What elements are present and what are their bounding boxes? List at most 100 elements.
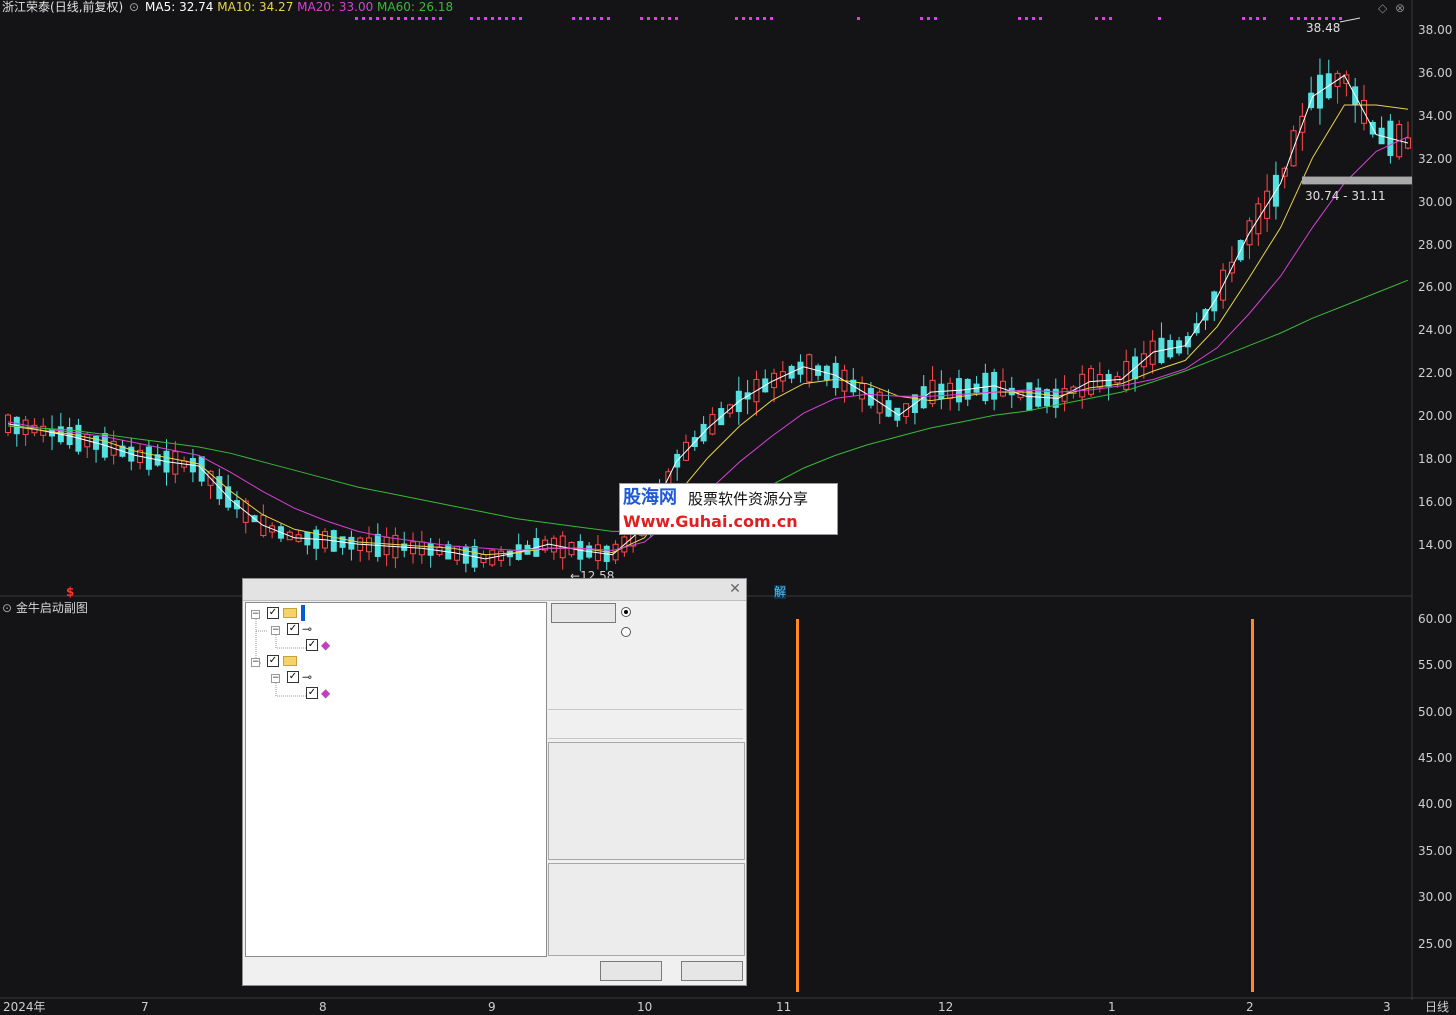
signal-dot xyxy=(586,17,589,20)
tree-node-tech-formula[interactable] xyxy=(301,605,305,621)
price-tick: 30.00 xyxy=(1418,195,1453,209)
price-tick: 36.00 xyxy=(1418,66,1453,80)
signal-dot xyxy=(1032,17,1035,20)
checkbox[interactable]: ✓ xyxy=(306,639,318,651)
signal-dot xyxy=(425,17,428,20)
temp-import-dialog[interactable]: ✕ − ✓ − ✓ ⊸ ✓ ◆ − ✓ − ✓ ⊸ ✓ ◆ xyxy=(242,578,747,986)
close-chart-icon[interactable]: ⊗ xyxy=(1395,1,1405,15)
formula-tree[interactable]: − ✓ − ✓ ⊸ ✓ ◆ − ✓ − ✓ ⊸ ✓ ◆ xyxy=(245,602,547,957)
signal-dot xyxy=(498,17,501,20)
folder-icon xyxy=(283,656,297,666)
checkbox[interactable]: ✓ xyxy=(287,671,299,683)
signal-dot xyxy=(1095,17,1098,20)
sub-tick: 60.00 xyxy=(1418,612,1453,626)
signal-dot xyxy=(675,17,678,20)
chart-workspace: 浙江荣泰(日线,前复权) ⊙ MA5: 32.74 MA10: 34.27 MA… xyxy=(0,0,1456,1015)
price-tick: 38.00 xyxy=(1418,23,1453,37)
signal-dot xyxy=(749,17,752,20)
signal-dot xyxy=(1297,17,1300,20)
formula-diamond-icon: ◆ xyxy=(321,638,331,652)
formula-description-panel xyxy=(548,742,745,860)
price-range-label: 30.74 - 31.11 xyxy=(1305,189,1386,203)
signal-dot xyxy=(1242,17,1245,20)
collapse-toggle[interactable]: − xyxy=(251,610,260,619)
signal-dot xyxy=(934,17,937,20)
ma60-value: 26.18 xyxy=(418,0,454,14)
radio-no-import-same-name[interactable] xyxy=(621,607,631,617)
signal-dot xyxy=(362,17,365,20)
cancel-button[interactable] xyxy=(681,961,743,981)
signal-dot xyxy=(418,17,421,20)
dividend-marker[interactable]: $ xyxy=(66,585,74,599)
sub-tick: 50.00 xyxy=(1418,705,1453,719)
signal-dot xyxy=(505,17,508,20)
checkbox[interactable]: ✓ xyxy=(267,607,279,619)
signal-dot xyxy=(1311,17,1314,20)
period-selector[interactable]: 日线 xyxy=(1425,1001,1449,1013)
watermark: 股海网 股票软件资源分享 Www.Guhai.com.cn xyxy=(619,483,838,535)
collapse-toggle[interactable]: − xyxy=(251,658,260,667)
dialog-title-bar[interactable]: ✕ xyxy=(243,579,746,601)
signal-dot xyxy=(432,17,435,20)
diamond-icon[interactable]: ◇ xyxy=(1378,1,1387,15)
signal-dot xyxy=(647,17,650,20)
close-icon[interactable]: ✕ xyxy=(727,581,743,597)
sub-tick: 35.00 xyxy=(1418,844,1453,858)
signal-dot xyxy=(1318,17,1321,20)
watermark-url: Www.Guhai.com.cn xyxy=(623,512,798,531)
sub-tick: 55.00 xyxy=(1418,658,1453,672)
signal-dot xyxy=(857,17,860,20)
stock-title: 浙江荣泰(日线,前复权) xyxy=(2,0,123,14)
signal-dot xyxy=(1339,17,1342,20)
signal-dot xyxy=(1304,17,1307,20)
price-tick: 34.00 xyxy=(1418,109,1453,123)
indicator-settings-icon[interactable]: ⊙ xyxy=(129,0,139,14)
category-separator xyxy=(548,709,743,739)
signal-dot xyxy=(376,17,379,20)
date-label: 7 xyxy=(141,1000,149,1014)
signal-dot xyxy=(593,17,596,20)
signal-dot xyxy=(920,17,923,20)
signal-dot xyxy=(397,17,400,20)
signal-dot xyxy=(742,17,745,20)
signal-dot xyxy=(756,17,759,20)
confirm-button[interactable] xyxy=(600,961,662,981)
formula-preview-panel xyxy=(548,863,745,956)
checkbox[interactable]: ✓ xyxy=(267,655,279,667)
unlock-marker[interactable]: 解 xyxy=(774,585,787,599)
high-price-label: 38.48 xyxy=(1306,21,1341,35)
price-tick: 14.00 xyxy=(1418,538,1453,552)
signal-dot xyxy=(770,17,773,20)
folder-icon xyxy=(283,608,297,618)
ma10-label: MA10: xyxy=(217,0,256,14)
watermark-slogan: 股票软件资源分享 xyxy=(688,490,809,508)
signal-bar xyxy=(1251,619,1254,992)
signal-dot xyxy=(1102,17,1105,20)
signal-dot xyxy=(1290,17,1293,20)
chart-mode: (日线,前复权) xyxy=(50,0,124,14)
signal-dot xyxy=(519,17,522,20)
signal-dot xyxy=(763,17,766,20)
signal-dot xyxy=(1256,17,1259,20)
price-tick: 32.00 xyxy=(1418,152,1453,166)
signal-dot xyxy=(607,17,610,20)
date-label: 2024年 xyxy=(3,1000,46,1014)
ma10-value: 34.27 xyxy=(258,0,294,14)
date-label: 8 xyxy=(319,1000,327,1014)
date-label: 10 xyxy=(637,1000,653,1014)
radio-overwrite-same-name[interactable] xyxy=(621,627,631,637)
signal-dot xyxy=(484,17,487,20)
sub-chart-title: ⊙ 金牛启动副图 xyxy=(2,601,88,615)
signal-dot xyxy=(927,17,930,20)
checkbox[interactable]: ✓ xyxy=(287,623,299,635)
stock-name: 浙江荣泰 xyxy=(2,0,51,14)
collapse-toggle[interactable]: − xyxy=(271,626,280,635)
checkbox[interactable]: ✓ xyxy=(306,687,318,699)
price-range-band xyxy=(1302,176,1412,185)
collapse-toggle[interactable]: − xyxy=(271,674,280,683)
signal-dot xyxy=(661,17,664,20)
signal-dot xyxy=(1109,17,1112,20)
cancel-all-button[interactable] xyxy=(551,603,616,623)
signal-dot xyxy=(390,17,393,20)
sub-chart-settings-icon[interactable]: ⊙ xyxy=(2,601,16,615)
